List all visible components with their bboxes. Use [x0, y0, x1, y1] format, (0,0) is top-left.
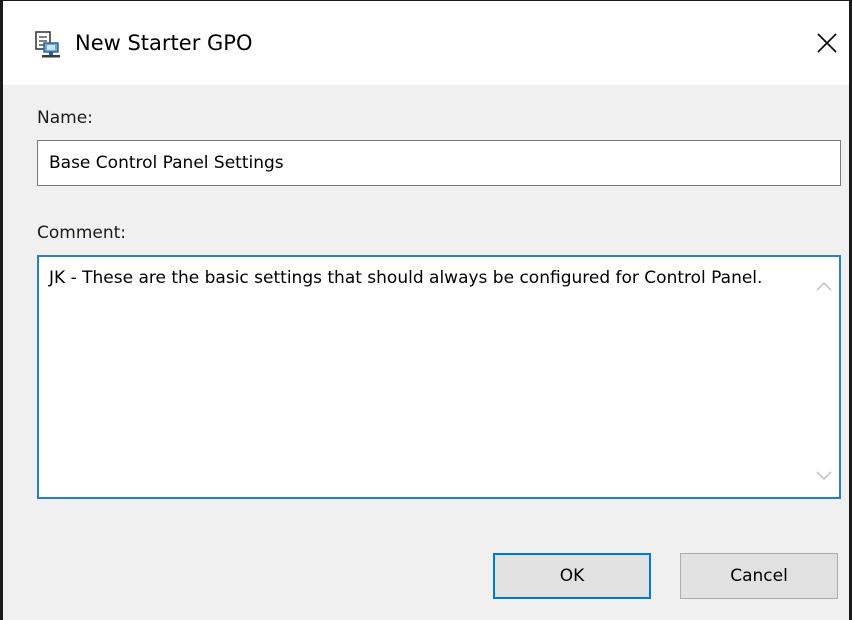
close-icon: [817, 33, 837, 53]
cancel-button[interactable]: Cancel: [680, 553, 838, 599]
close-button[interactable]: [805, 21, 849, 65]
comment-scrollbar[interactable]: [809, 257, 839, 497]
gpo-icon: [33, 29, 61, 59]
new-starter-gpo-dialog: New Starter GPO Name: Base Control Panel…: [0, 0, 852, 620]
title-bar: New Starter GPO: [3, 1, 849, 85]
name-label: Name:: [37, 108, 93, 128]
comment-label: Comment:: [37, 223, 127, 243]
chevron-up-icon[interactable]: [815, 277, 833, 291]
chevron-down-icon[interactable]: [815, 467, 833, 481]
name-input[interactable]: Base Control Panel Settings: [37, 140, 841, 186]
comment-textarea[interactable]: JK - These are the basic settings that s…: [37, 255, 841, 499]
comment-text: JK - These are the basic settings that s…: [49, 268, 763, 288]
ok-button[interactable]: OK: [493, 553, 651, 599]
dialog-title: New Starter GPO: [75, 31, 253, 55]
